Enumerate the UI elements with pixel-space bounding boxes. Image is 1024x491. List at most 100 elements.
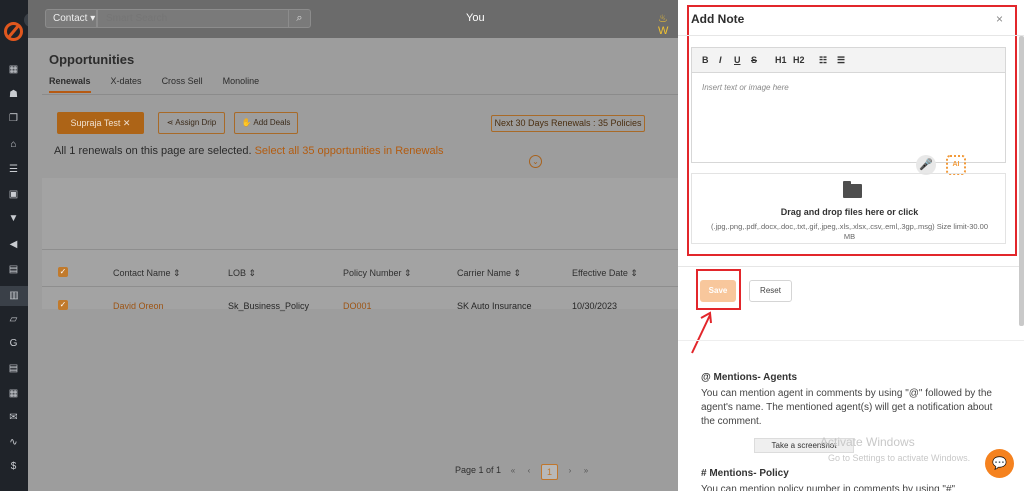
file-drop-zone[interactable]: Drag and drop files here or click (.jpg,… <box>691 173 1006 244</box>
google-icon[interactable]: G <box>7 338 20 349</box>
panel-divider <box>678 35 1024 36</box>
tabs: Renewals X-dates Cross Sell Monoline <box>49 76 259 93</box>
current-page[interactable]: 1 <box>541 464 558 480</box>
report-icon[interactable]: ▤ <box>7 363 20 374</box>
tab-cross-sell[interactable]: Cross Sell <box>162 76 203 93</box>
selection-message: All 1 renewals on this page are selected… <box>54 145 444 157</box>
search-icon[interactable]: ⌕ <box>288 9 311 28</box>
panel-divider <box>678 266 1024 267</box>
save-highlight-box <box>696 269 741 310</box>
strike-button[interactable]: S <box>751 55 757 65</box>
chevron-down-icon[interactable]: ⌄ <box>529 155 542 168</box>
ai-icon[interactable]: AI <box>946 155 966 175</box>
add-deals-label: Add Deals <box>253 118 291 127</box>
red-arrow-icon <box>691 311 712 354</box>
add-deals-button[interactable]: ✋ Add Deals <box>234 112 298 134</box>
notification-fragment[interactable]: ♨W <box>658 12 678 37</box>
next-page-button[interactable]: › <box>562 464 578 478</box>
drop-subtitle: (.jpg,.png,.pdf,.docx,.doc,.txt,.gif,.jp… <box>710 222 989 241</box>
windows-watermark: Activate Windows <box>820 435 915 449</box>
mentions-agents-title: @ Mentions- Agents <box>701 372 798 383</box>
assign-drip-label: Assign Drip <box>175 118 217 127</box>
folder-icon[interactable]: ▱ <box>7 314 20 325</box>
signature-icon[interactable]: ∿ <box>7 437 20 448</box>
drop-title: Drag and drop files here or click <box>780 207 919 217</box>
search-input[interactable] <box>97 9 289 28</box>
documents-icon[interactable]: ❐ <box>7 113 20 124</box>
share-icon: ⋖ <box>166 118 174 127</box>
mentions-policy-title: # Mentions- Policy <box>701 468 789 479</box>
mentions-policy-body: You can mention policy number in comment… <box>701 484 956 491</box>
calculator-icon[interactable]: ▤ <box>7 264 20 275</box>
reset-button[interactable]: Reset <box>749 280 792 302</box>
renewals-badge[interactable]: Next 30 Days Renewals : 35 Policies <box>491 115 645 132</box>
close-icon[interactable]: ✕ <box>123 118 131 128</box>
panel-title: Add Note <box>691 12 745 26</box>
col-contact-name[interactable]: Contact Name ⇕ <box>113 268 181 279</box>
underline-button[interactable]: U <box>734 55 741 65</box>
editor-toolbar: B I U S H1 H2 ☷ ☰ <box>692 48 1005 73</box>
select-all-link[interactable]: Select all 35 opportunities in Renewals <box>255 145 444 157</box>
italic-button[interactable]: I <box>719 55 722 65</box>
col-lob-label: LOB <box>228 268 247 278</box>
heading1-button[interactable]: H1 <box>775 55 787 65</box>
list-icon[interactable]: ☰ <box>7 164 20 175</box>
chat-icon[interactable]: 💬 <box>985 449 1014 478</box>
bullet-list-icon[interactable]: ☰ <box>837 55 845 66</box>
opportunities-table: ✓ Contact Name ⇕ LOB ⇕ Policy Number ⇕ C… <box>42 178 678 311</box>
cell-contact-name[interactable]: David Oreon <box>113 301 164 311</box>
col-effective-date-label: Effective Date <box>572 268 628 278</box>
notification-text: W <box>658 25 669 37</box>
cell-lob: Sk_Business_Policy <box>228 301 310 311</box>
user-label: You <box>466 12 485 24</box>
note-editor[interactable]: B I U S H1 H2 ☷ ☰ Insert text or image h… <box>691 47 1006 163</box>
col-carrier-name[interactable]: Carrier Name ⇕ <box>457 268 521 279</box>
mail-icon[interactable]: ✉ <box>7 412 20 423</box>
cell-policy-number[interactable]: DO001 <box>343 301 372 311</box>
dollar-icon[interactable]: $ <box>7 461 20 472</box>
select-all-checkbox[interactable]: ✓ <box>58 267 68 277</box>
page-label: Page 1 of 1 <box>455 465 502 475</box>
scrollbar[interactable] <box>1019 36 1024 326</box>
top-bar: Contact ▾ ⌕ You ♨W <box>28 0 678 38</box>
logo-icon[interactable] <box>4 22 23 41</box>
prev-page-button[interactable]: ‹ <box>521 464 537 478</box>
tab-x-dates[interactable]: X-dates <box>111 76 142 93</box>
last-page-button[interactable]: » <box>578 464 594 478</box>
windows-watermark-sub: Go to Settings to activate Windows. <box>828 453 971 463</box>
chart-icon[interactable]: ▥ <box>0 286 28 306</box>
col-policy-number-label: Policy Number <box>343 268 402 278</box>
col-lob[interactable]: LOB ⇕ <box>228 268 256 279</box>
row-checkbox[interactable]: ✓ <box>58 300 68 310</box>
tab-monoline[interactable]: Monoline <box>223 76 260 93</box>
microphone-icon[interactable]: 🎤 <box>916 155 936 175</box>
dashboard-icon[interactable]: ▦ <box>7 64 20 75</box>
col-carrier-name-label: Carrier Name <box>457 268 512 278</box>
megaphone-icon[interactable]: ◀ <box>7 239 20 250</box>
bold-button[interactable]: B <box>702 55 709 65</box>
col-policy-number[interactable]: Policy Number ⇕ <box>343 268 412 279</box>
id-card-icon[interactable]: ▣ <box>7 189 20 200</box>
assign-drip-button[interactable]: ⋖ Assign Drip <box>158 112 225 134</box>
bank-icon[interactable]: ⌂ <box>7 139 20 150</box>
filter-icon[interactable]: ▼ <box>7 213 20 224</box>
contact-select[interactable]: Contact ▾ <box>45 9 97 28</box>
table-divider <box>42 286 678 287</box>
filter-chip[interactable]: Supraja Test ✕ <box>57 112 144 134</box>
first-page-button[interactable]: « <box>505 464 521 478</box>
close-icon[interactable]: × <box>996 12 1003 26</box>
cell-effective-date: 10/30/2023 <box>572 301 618 311</box>
cell-carrier-name: SK Auto Insurance <box>457 301 532 311</box>
tabs-divider <box>42 94 678 95</box>
ordered-list-icon[interactable]: ☷ <box>819 55 827 66</box>
mentions-agents-body: You can mention agent in comments by usi… <box>701 388 993 427</box>
add-note-panel: Add Note × B I U S H1 H2 ☷ ☰ Insert text… <box>678 0 1024 491</box>
tab-renewals[interactable]: Renewals <box>49 76 91 93</box>
page-title: Opportunities <box>49 52 135 67</box>
handshake-icon: ✋ <box>241 118 252 127</box>
calendar-icon[interactable]: ▦ <box>7 388 20 399</box>
main-area: Contact ▾ ⌕ You ♨W Opportunities Renewal… <box>28 0 678 491</box>
contacts-icon[interactable]: ☗ <box>7 89 20 100</box>
col-effective-date[interactable]: Effective Date ⇕ <box>572 268 638 279</box>
heading2-button[interactable]: H2 <box>793 55 805 65</box>
